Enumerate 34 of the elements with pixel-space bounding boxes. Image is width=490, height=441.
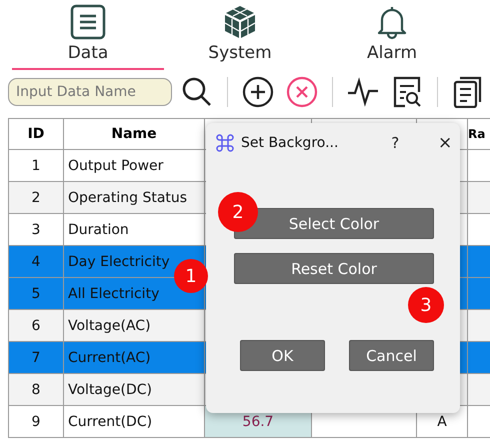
table-cell: 5 bbox=[8, 278, 64, 310]
pulse-icon[interactable] bbox=[347, 76, 379, 108]
close-button[interactable]: × bbox=[430, 133, 460, 153]
nav-tab[interactable]: Data bbox=[12, 0, 164, 70]
add-icon[interactable] bbox=[242, 76, 274, 108]
search-icon[interactable] bbox=[181, 76, 213, 108]
table-cell: 6 bbox=[8, 310, 64, 342]
column-header: Name bbox=[64, 118, 204, 150]
table-cell: 4 bbox=[8, 246, 64, 278]
list-icon bbox=[70, 4, 106, 40]
document-search-icon[interactable] bbox=[391, 76, 423, 108]
nav-tab[interactable]: System bbox=[164, 0, 316, 70]
dialog-title: Set Backgro... bbox=[241, 135, 340, 151]
delete-icon[interactable] bbox=[286, 76, 318, 108]
column-header: ID bbox=[8, 118, 64, 150]
nav-tab[interactable]: Alarm bbox=[316, 0, 468, 70]
table-cell: 7 bbox=[8, 342, 64, 374]
table-cell: 2 bbox=[8, 182, 64, 214]
command-key-icon bbox=[215, 133, 235, 153]
color-button[interactable]: Reset Color bbox=[234, 253, 434, 284]
cube-icon bbox=[222, 4, 258, 40]
table-cell: 9 bbox=[8, 406, 64, 438]
table-cell: Current(AC) bbox=[64, 342, 204, 374]
table-cell: Operating Status bbox=[64, 182, 204, 214]
table-cell: Voltage(DC) bbox=[64, 374, 204, 406]
table-cell: Voltage(AC) bbox=[64, 310, 204, 342]
dialog-button[interactable]: OK bbox=[240, 340, 325, 371]
table-cell: Current(DC) bbox=[64, 406, 204, 438]
table-cell: 8 bbox=[8, 374, 64, 406]
search-field[interactable]: Input Data Name bbox=[8, 78, 172, 106]
dialog-button[interactable]: Cancel bbox=[349, 340, 434, 371]
copy-icon[interactable] bbox=[452, 76, 484, 108]
help-button[interactable]: ? bbox=[380, 134, 410, 152]
column-header: Ra bbox=[468, 118, 490, 150]
